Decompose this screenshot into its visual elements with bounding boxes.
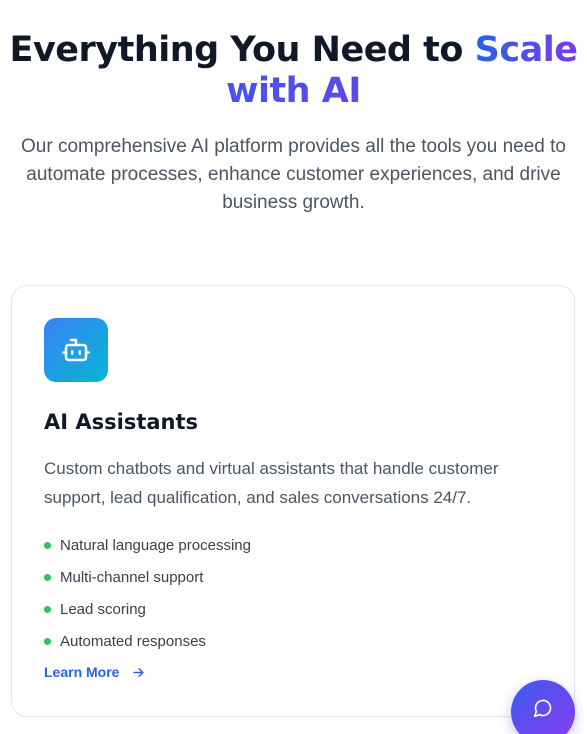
hero-section: Everything You Need to Scale with AI Our… (0, 30, 587, 217)
learn-more-label: Learn More (44, 664, 120, 680)
hero-title-prefix: Everything You Need to (9, 30, 464, 70)
hero-title-highlight: Scale (474, 30, 578, 70)
hero-title-highlight-line2: with AI (0, 71, 587, 112)
bullet-dot-icon (44, 541, 51, 549)
list-item: Lead scoring (44, 593, 251, 625)
list-item: Natural language processing (44, 529, 251, 561)
hero-title: Everything You Need to Scale with AI (0, 30, 587, 112)
bot-icon (44, 318, 108, 382)
feature-list: Natural language processing Multi-channe… (44, 529, 251, 657)
list-item: Multi-channel support (44, 561, 251, 593)
bullet-dot-icon (44, 605, 51, 613)
card-title: AI Assistants (44, 410, 199, 434)
feature-card-ai-assistants: AI Assistants Custom chatbots and virtua… (11, 285, 575, 717)
feature-label: Automated responses (60, 632, 206, 650)
feature-label: Natural language processing (60, 536, 251, 554)
list-item: Automated responses (44, 625, 251, 657)
card-description: Custom chatbots and virtual assistants t… (44, 459, 499, 507)
learn-more-link[interactable]: Learn More (44, 664, 146, 680)
bullet-dot-icon (44, 637, 51, 645)
feature-label: Lead scoring (60, 600, 146, 618)
chat-bubble-icon (533, 699, 552, 718)
bullet-dot-icon (44, 573, 51, 581)
arrow-right-icon (131, 665, 146, 680)
hero-subtitle: Our comprehensive AI platform provides a… (21, 136, 566, 213)
feature-label: Multi-channel support (60, 568, 204, 586)
